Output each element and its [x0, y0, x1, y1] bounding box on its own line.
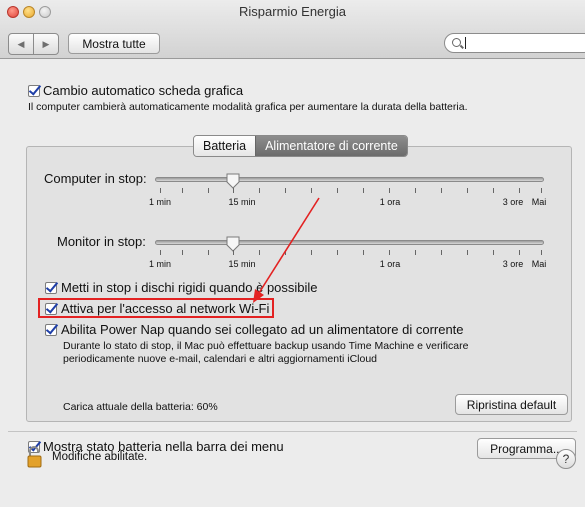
auto-graphics-checkbox[interactable]	[28, 85, 40, 97]
computer-sleep-label: Computer in stop:	[44, 171, 147, 186]
computer-sleep-slider[interactable]	[155, 177, 544, 182]
lock-status-text: Modifiche abilitate.	[52, 451, 148, 463]
tick-mark	[467, 250, 468, 255]
back-forward-control: ◀ ▶	[8, 33, 59, 55]
tick-mark	[415, 188, 416, 193]
tick-mark	[160, 250, 161, 255]
auto-graphics-description: Il computer cambierà automaticamente mod…	[28, 101, 468, 113]
search-input[interactable]	[444, 33, 585, 53]
tick-label: 3 ore	[502, 259, 524, 269]
tick-mark	[208, 250, 209, 255]
tick-label: Mai	[531, 197, 547, 207]
tick-mark	[363, 188, 364, 193]
auto-graphics-label: Cambio automatico scheda grafica	[43, 83, 244, 98]
monitor-sleep-slider[interactable]	[155, 240, 544, 245]
power-source-tabs: Batteria Alimentatore di corrente	[193, 135, 408, 157]
tick-label: 1 min	[148, 197, 172, 207]
tick-label: 1 min	[148, 259, 172, 269]
tick-label: Mai	[531, 259, 547, 269]
disk-sleep-label: Metti in stop i dischi rigidi quando è p…	[61, 280, 318, 295]
tick-mark	[389, 250, 390, 255]
tick-mark	[337, 188, 338, 193]
power-nap-description-line-1: Durante lo stato di stop, il Mac può eff…	[63, 340, 469, 352]
tick-mark	[182, 188, 183, 193]
power-nap-label: Abilita Power Nap quando sei collegato a…	[61, 322, 464, 337]
tick-mark	[519, 188, 520, 193]
monitor-sleep-label: Monitor in stop:	[57, 234, 146, 249]
tab-power-adapter[interactable]: Alimentatore di corrente	[255, 136, 407, 156]
tick-label: 15 min	[228, 197, 256, 207]
tick-mark	[208, 188, 209, 193]
tick-label: 1 ora	[379, 197, 401, 207]
tick-mark	[337, 250, 338, 255]
tick-mark	[493, 250, 494, 255]
tick-mark	[311, 188, 312, 193]
tick-mark	[160, 188, 161, 193]
tick-mark	[493, 188, 494, 193]
show-all-button[interactable]: Mostra tutte	[68, 33, 160, 54]
tick-mark	[259, 188, 260, 193]
tick-mark	[311, 250, 312, 255]
divider	[8, 431, 577, 432]
tick-mark	[233, 188, 234, 193]
tick-mark	[363, 250, 364, 255]
restore-defaults-button[interactable]: Ripristina default	[455, 394, 568, 415]
tab-battery[interactable]: Batteria	[194, 136, 256, 156]
power-nap-checkbox[interactable]	[45, 324, 57, 336]
title-bar: Risparmio Energia ◀ ▶ Mostra tutte	[0, 0, 585, 59]
tick-mark	[285, 250, 286, 255]
disk-sleep-checkbox[interactable]	[45, 282, 57, 294]
computer-sleep-slider-knob[interactable]	[226, 173, 240, 189]
back-arrow-icon[interactable]: ◀	[9, 34, 33, 54]
tick-label: 15 min	[228, 259, 256, 269]
search-icon	[452, 38, 461, 47]
tick-label: 3 ore	[502, 197, 524, 207]
window-title: Risparmio Energia	[239, 4, 346, 19]
tick-mark	[182, 250, 183, 255]
help-button[interactable]: ?	[556, 449, 576, 469]
battery-charge-status: Carica attuale della batteria: 60%	[63, 401, 218, 413]
tick-mark	[389, 188, 390, 193]
power-nap-description-line-2: periodicamente nuove e-mail, calendari e…	[63, 353, 378, 365]
tick-mark	[541, 250, 542, 255]
tick-mark	[259, 250, 260, 255]
tick-mark	[441, 188, 442, 193]
unlocked-padlock-icon[interactable]	[27, 446, 43, 468]
tick-mark	[233, 250, 234, 255]
forward-arrow-icon[interactable]: ▶	[33, 34, 58, 54]
tick-mark	[541, 188, 542, 193]
tick-mark	[285, 188, 286, 193]
tick-mark	[415, 250, 416, 255]
text-cursor	[465, 37, 466, 49]
tick-label: 1 ora	[379, 259, 401, 269]
tick-mark	[441, 250, 442, 255]
annotation-highlight-box	[38, 298, 274, 318]
tick-mark	[467, 188, 468, 193]
tick-mark	[519, 250, 520, 255]
